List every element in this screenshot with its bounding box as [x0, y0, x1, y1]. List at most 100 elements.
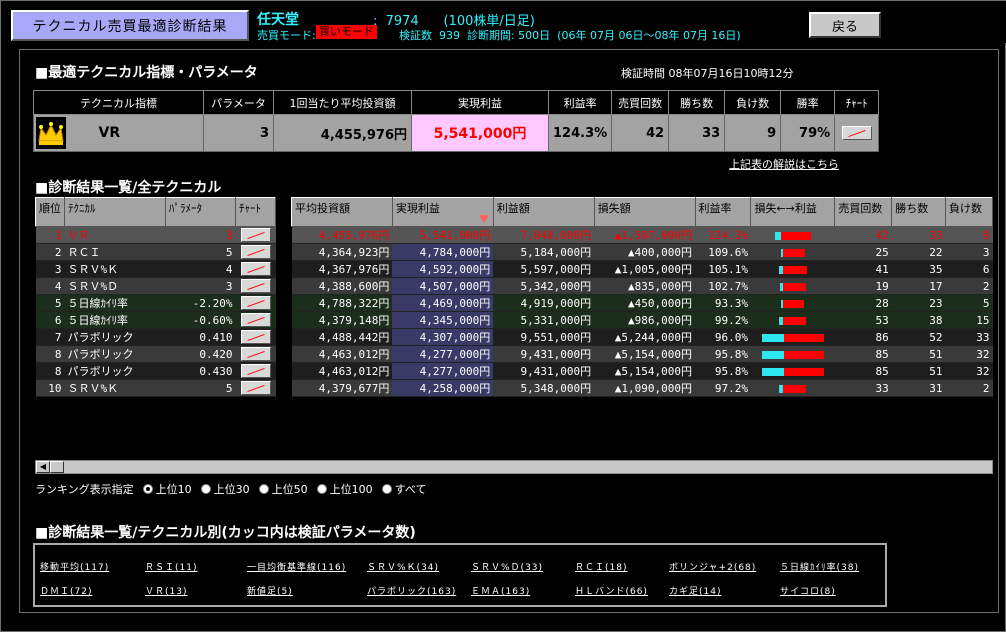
real-profit-cell: 4,469,000円: [392, 294, 494, 312]
loss-cell: ▲1,090,000円: [594, 379, 696, 397]
gain-bar: [782, 282, 806, 291]
chart-button[interactable]: [841, 126, 872, 140]
back-button[interactable]: 戻る: [808, 11, 882, 39]
radio-label[interactable]: 上位10: [156, 481, 192, 497]
table-row[interactable]: 4,463,012円 4,277,000円 9,431,000円 ▲5,154,000…: [291, 362, 993, 380]
table-row[interactable]: 4,788,322円 4,469,000円 4,919,000円 ▲450,000円 9…: [291, 294, 993, 312]
table-row[interactable]: 2 ＲＣＩ 5: [35, 243, 276, 261]
table-row[interactable]: 4,367,976円 4,592,000円 5,597,000円 ▲1,005,000…: [291, 260, 993, 278]
chart-button[interactable]: [240, 245, 271, 259]
tech-link[interactable]: ＨＬバンド(66): [575, 584, 648, 597]
rate-cell: 95.8%: [695, 362, 751, 380]
chart-button[interactable]: [240, 296, 271, 310]
radio-all[interactable]: [381, 484, 392, 494]
col-header[interactable]: 利益率: [694, 197, 752, 227]
table-row[interactable]: 7 パラボリック 0.410: [35, 328, 276, 346]
table-row[interactable]: 6 ５日線ｶｲﾘ率 -0.60%: [35, 311, 276, 329]
col-header[interactable]: 損失←→利益: [750, 197, 836, 227]
radio-label[interactable]: 上位50: [272, 481, 308, 497]
profit-loss-bar-cell: [750, 328, 835, 346]
avg-cell: 4,379,148円: [291, 311, 393, 329]
crown-icon: [36, 117, 66, 149]
tech-link[interactable]: 新値足(5): [247, 584, 293, 597]
tech-link[interactable]: 一目均衡基準線(116): [247, 560, 346, 573]
best-header: テクニカル指標: [33, 90, 204, 115]
real-profit-cell: 4,345,000円: [392, 311, 494, 329]
tech-link[interactable]: ＤＭＩ(72): [40, 584, 92, 597]
real-profit-cell: 4,784,000円: [392, 243, 494, 261]
col-header[interactable]: ﾃｸﾆｶﾙ: [64, 197, 166, 227]
radio-top10[interactable]: [142, 484, 153, 494]
gain-bar: [782, 248, 805, 257]
chart-button[interactable]: [240, 313, 271, 327]
rank-cell: 8: [35, 362, 65, 380]
chart-button[interactable]: [240, 381, 271, 395]
gain-cell: 5,342,000円: [493, 277, 595, 295]
tech-link[interactable]: ＳＲＶ%Ｋ(34): [367, 560, 439, 573]
table-row[interactable]: 3 ＳＲＶ%Ｋ 4: [35, 260, 276, 278]
tech-link[interactable]: ＲＣＩ(18): [575, 560, 627, 573]
col-header[interactable]: 利益額: [492, 197, 595, 227]
col-header[interactable]: 平均投資額: [291, 197, 393, 227]
gain-bar: [780, 231, 811, 240]
table-row[interactable]: 4,455,976円 5,541,000円 7,048,000円 ▲1,507,000…: [291, 226, 993, 244]
table-row[interactable]: 4 ＳＲＶ%Ｄ 3: [35, 277, 276, 295]
chart-button[interactable]: [240, 364, 271, 378]
radio-top50[interactable]: [258, 484, 269, 494]
tech-link[interactable]: ボリンジャ+2(68): [669, 560, 756, 573]
table-row[interactable]: 4,388,600円 4,507,000円 5,342,000円 ▲835,000円 1…: [291, 277, 993, 295]
chart-button[interactable]: [240, 279, 271, 293]
table-row[interactable]: 10 ＳＲＶ%Ｋ 5: [35, 379, 276, 397]
gain-cell: 5,597,000円: [493, 260, 595, 278]
tech-link[interactable]: サイコロ(8): [780, 584, 836, 597]
table-row[interactable]: 4,488,442円 4,307,000円 9,551,000円 ▲5,244,000…: [291, 328, 993, 346]
col-header-sorted[interactable]: 実現利益: [391, 197, 494, 227]
avg-cell: 4,379,677円: [291, 379, 393, 397]
radio-top30[interactable]: [200, 484, 211, 494]
trades-cell: 41: [834, 260, 892, 278]
gain-bar: [783, 333, 824, 342]
tech-link[interactable]: ＲＳＩ(11): [145, 560, 197, 573]
losses-cell: 5: [945, 294, 993, 312]
radio-label[interactable]: すべて: [395, 481, 427, 497]
table-row[interactable]: 8 パラボリック 0.430: [35, 362, 276, 380]
col-header[interactable]: 負け数: [945, 197, 993, 227]
table-row[interactable]: 4,379,148円 4,345,000円 5,331,000円 ▲986,000円 9…: [291, 311, 993, 329]
col-header[interactable]: ﾁｬｰﾄ: [235, 197, 276, 227]
scroll-thumb[interactable]: [50, 461, 64, 473]
rate-cell: 99.2%: [695, 311, 751, 329]
results-right-table: 平均投資額 実現利益 利益額 損失額 利益率 損失←→利益 売買回数 勝ち数 負…: [291, 197, 993, 397]
tech-link[interactable]: ＳＲＶ%Ｄ(33): [471, 560, 543, 573]
table-row[interactable]: 4,364,923円 4,784,000円 5,184,000円 ▲400,000円 1…: [291, 243, 993, 261]
col-header[interactable]: 売買回数: [834, 197, 893, 227]
list-section-title: ■診断結果一覧/全テクニカル: [35, 180, 222, 196]
table-row[interactable]: 8 パラボリック 0.420: [35, 345, 276, 363]
explain-link[interactable]: 上記表の解説はこちら: [729, 156, 839, 172]
col-header[interactable]: ﾊﾟﾗﾒｰﾀ: [165, 197, 236, 227]
tech-link[interactable]: パラボリック(163): [367, 584, 456, 597]
chart-button[interactable]: [240, 262, 271, 276]
chart-button[interactable]: [240, 228, 271, 242]
col-header[interactable]: 損失額: [593, 197, 696, 227]
table-row[interactable]: 5 ５日線ｶｲﾘ率 -2.20%: [35, 294, 276, 312]
results-right-body: 4,455,976円 5,541,000円 7,048,000円 ▲1,507,000…: [291, 226, 993, 397]
table-row[interactable]: 4,463,012円 4,277,000円 9,431,000円 ▲5,154,000…: [291, 345, 993, 363]
rank-cell: 8: [35, 345, 65, 363]
tech-link[interactable]: 移動平均(117): [40, 560, 109, 573]
best-header: 実現利益: [411, 90, 549, 115]
scroll-left-icon[interactable]: ◀: [36, 461, 50, 473]
chart-button[interactable]: [240, 330, 271, 344]
tech-link[interactable]: ＶＲ(13): [145, 584, 187, 597]
radio-label[interactable]: 上位100: [330, 481, 373, 497]
radio-top100[interactable]: [316, 484, 327, 494]
table-row[interactable]: 4,379,677円 4,258,000円 5,348,000円 ▲1,090,000…: [291, 379, 993, 397]
tech-link[interactable]: ５日線ｶｲﾘ率(38): [780, 560, 859, 573]
col-header[interactable]: 勝ち数: [891, 197, 947, 227]
chart-button[interactable]: [240, 347, 271, 361]
col-header[interactable]: 順位: [35, 197, 65, 227]
horizontal-scrollbar[interactable]: ◀: [35, 460, 993, 474]
tech-link[interactable]: カギ足(14): [669, 584, 721, 597]
radio-label[interactable]: 上位30: [214, 481, 250, 497]
tech-link[interactable]: ＥＭＡ(163): [471, 584, 530, 597]
table-row[interactable]: 1 ＶＲ 3: [35, 226, 276, 244]
